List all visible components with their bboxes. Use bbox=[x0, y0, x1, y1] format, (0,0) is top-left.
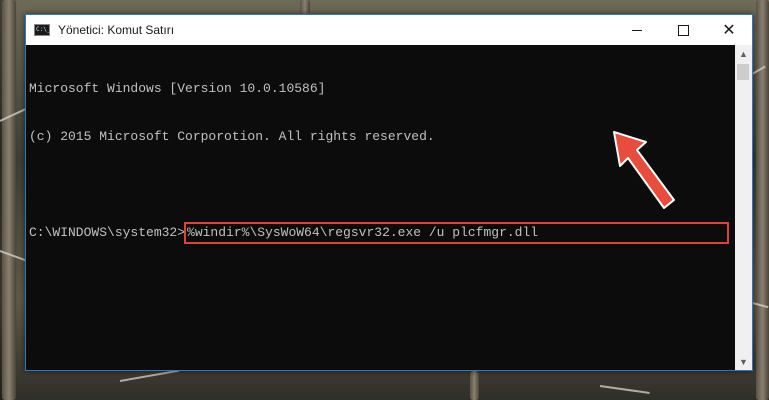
tree-trunk bbox=[300, 0, 310, 14]
console-line: Microsoft Windows [Version 10.0.10586] bbox=[29, 81, 326, 96]
maximize-button[interactable] bbox=[660, 15, 706, 45]
scroll-up-icon[interactable]: ▲ bbox=[735, 45, 752, 62]
tree-trunk bbox=[2, 0, 16, 400]
minimize-button[interactable] bbox=[614, 15, 660, 45]
tree-trunk bbox=[756, 0, 769, 400]
vertical-scrollbar[interactable]: ▲ ▼ bbox=[735, 45, 752, 370]
tree-trunk bbox=[470, 371, 479, 400]
arrow-shape bbox=[613, 131, 675, 209]
command-input-highlight[interactable]: %windir%\SysWoW64\regsvr32.exe /u plcfmg… bbox=[184, 222, 730, 244]
tree-branch bbox=[599, 385, 650, 394]
title-bar[interactable]: Yönetici: Komut Satırı ✕ bbox=[26, 15, 752, 45]
tree-branch bbox=[119, 369, 180, 382]
scroll-thumb[interactable] bbox=[737, 64, 749, 80]
close-button[interactable]: ✕ bbox=[706, 15, 752, 45]
minimize-icon bbox=[632, 29, 642, 31]
red-arrow-icon bbox=[613, 131, 675, 209]
maximize-icon bbox=[677, 24, 689, 36]
window-title: Yönetici: Komut Satırı bbox=[58, 23, 175, 37]
cmd-icon bbox=[34, 24, 50, 36]
command-line: C:\WINDOWS\system32> %windir%\SysWoW64\re… bbox=[29, 222, 735, 244]
scroll-down-icon[interactable]: ▼ bbox=[735, 353, 752, 370]
close-icon: ✕ bbox=[722, 22, 736, 39]
prompt: C:\WINDOWS\system32> bbox=[29, 225, 186, 240]
